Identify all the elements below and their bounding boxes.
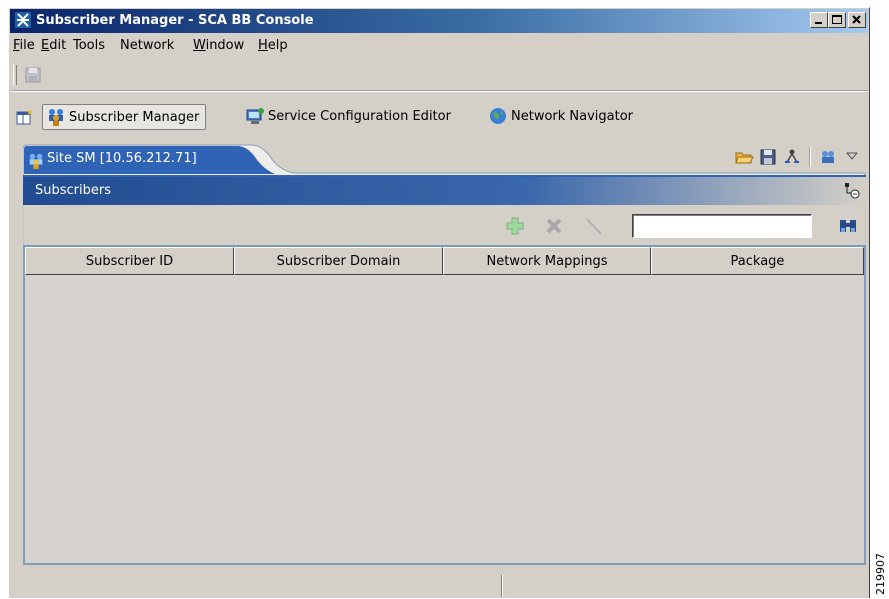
menu-file-label: ile — [19, 38, 35, 53]
binoculars-icon[interactable] — [837, 215, 859, 237]
maximize-button[interactable] — [828, 12, 846, 28]
menu-window[interactable]: Window — [193, 38, 244, 53]
view-menu-chevron-down-icon[interactable] — [842, 147, 862, 167]
open-perspective-icon[interactable] — [16, 108, 34, 126]
save-icon[interactable] — [24, 66, 42, 84]
status-bar — [10, 573, 868, 599]
column-header-subscriber-id[interactable]: Subscriber ID — [25, 247, 234, 275]
menu-help-label: elp — [267, 38, 288, 53]
menu-edit[interactable]: Edit — [41, 38, 66, 53]
perspective-subscriber-manager-label: Subscriber Manager — [69, 109, 200, 125]
menu-help-mnemonic: H — [258, 38, 268, 53]
perspective-network-navigator[interactable]: Network Navigator — [485, 104, 633, 128]
globe-icon — [490, 108, 506, 124]
menu-bar: File Edit Tools Network Window Help — [10, 35, 868, 57]
menu-window-mnemonic: W — [193, 38, 206, 53]
view-tab-label[interactable]: Site SM [10.56.212.71] — [47, 151, 197, 166]
toolbar-separator — [10, 90, 868, 92]
network-connect-icon[interactable] — [782, 147, 802, 167]
subscribers-icon[interactable] — [818, 147, 838, 167]
close-icon — [852, 15, 861, 24]
search-input[interactable] — [632, 214, 812, 238]
toolbar-divider — [809, 147, 811, 167]
filter-options-icon[interactable] — [842, 181, 862, 201]
column-header-package[interactable]: Package — [651, 247, 864, 275]
edit-icon[interactable] — [583, 215, 605, 237]
site-sm-view: Site SM [10.56.212.71] Subscribers Subsc… — [23, 141, 866, 565]
toolbar-grip[interactable] — [13, 65, 17, 85]
open-folder-icon[interactable] — [734, 147, 754, 167]
subscribers-toolbar — [23, 205, 866, 245]
menu-tools-label: Tools — [73, 38, 106, 53]
site-icon — [29, 153, 43, 170]
save-icon[interactable] — [758, 147, 778, 167]
app-icon — [15, 12, 31, 28]
perspective-subscriber-manager[interactable]: Subscriber Manager — [42, 104, 207, 130]
menu-window-label: indow — [205, 38, 245, 53]
perspective-service-configuration-editor-label: Service Configuration Editor — [268, 108, 451, 124]
subscribers-panel-header: Subscribers — [23, 177, 866, 205]
status-separator — [501, 575, 503, 597]
panel-title: Subscribers — [35, 183, 111, 198]
figure-id-label: 219907 — [872, 545, 888, 595]
minimize-button[interactable] — [810, 12, 828, 28]
view-toolbar — [734, 147, 862, 167]
perspective-network-navigator-label: Network Navigator — [511, 108, 634, 124]
menu-network-label: Network — [120, 38, 175, 53]
service-config-icon — [246, 108, 264, 124]
menu-tools[interactable]: Tools — [73, 38, 105, 53]
figure-id-text: 219907 — [874, 553, 887, 595]
view-tab-row: Site SM [10.56.212.71] — [23, 141, 866, 177]
title-bar[interactable]: Subscriber Manager - SCA BB Console — [10, 9, 868, 33]
perspective-bar: Subscriber Manager Service Configuration… — [10, 101, 868, 133]
menu-edit-label: dit — [49, 38, 67, 53]
table-header: Subscriber ID Subscriber Domain Network … — [25, 247, 864, 275]
close-button[interactable] — [848, 12, 866, 28]
menu-edit-mnemonic: E — [41, 38, 50, 53]
minimize-icon — [815, 22, 822, 24]
main-toolbar — [10, 60, 868, 88]
window-controls — [810, 12, 866, 28]
subscribers-table[interactable]: Subscriber ID Subscriber Domain Network … — [23, 245, 866, 565]
column-header-network-mappings[interactable]: Network Mappings — [443, 247, 651, 275]
column-header-subscriber-domain[interactable]: Subscriber Domain — [234, 247, 443, 275]
window-title: Subscriber Manager - SCA BB Console — [36, 13, 314, 28]
menu-file[interactable]: File — [13, 38, 35, 53]
menu-network[interactable]: Network — [120, 38, 174, 53]
add-icon[interactable] — [504, 215, 526, 237]
application-window: Subscriber Manager - SCA BB Console File… — [8, 7, 870, 598]
menu-help[interactable]: Help — [258, 38, 288, 53]
delete-icon[interactable] — [543, 215, 565, 237]
subscriber-manager-icon — [49, 109, 63, 126]
maximize-icon — [832, 15, 842, 24]
perspective-service-configuration-editor[interactable]: Service Configuration Editor — [242, 104, 451, 128]
